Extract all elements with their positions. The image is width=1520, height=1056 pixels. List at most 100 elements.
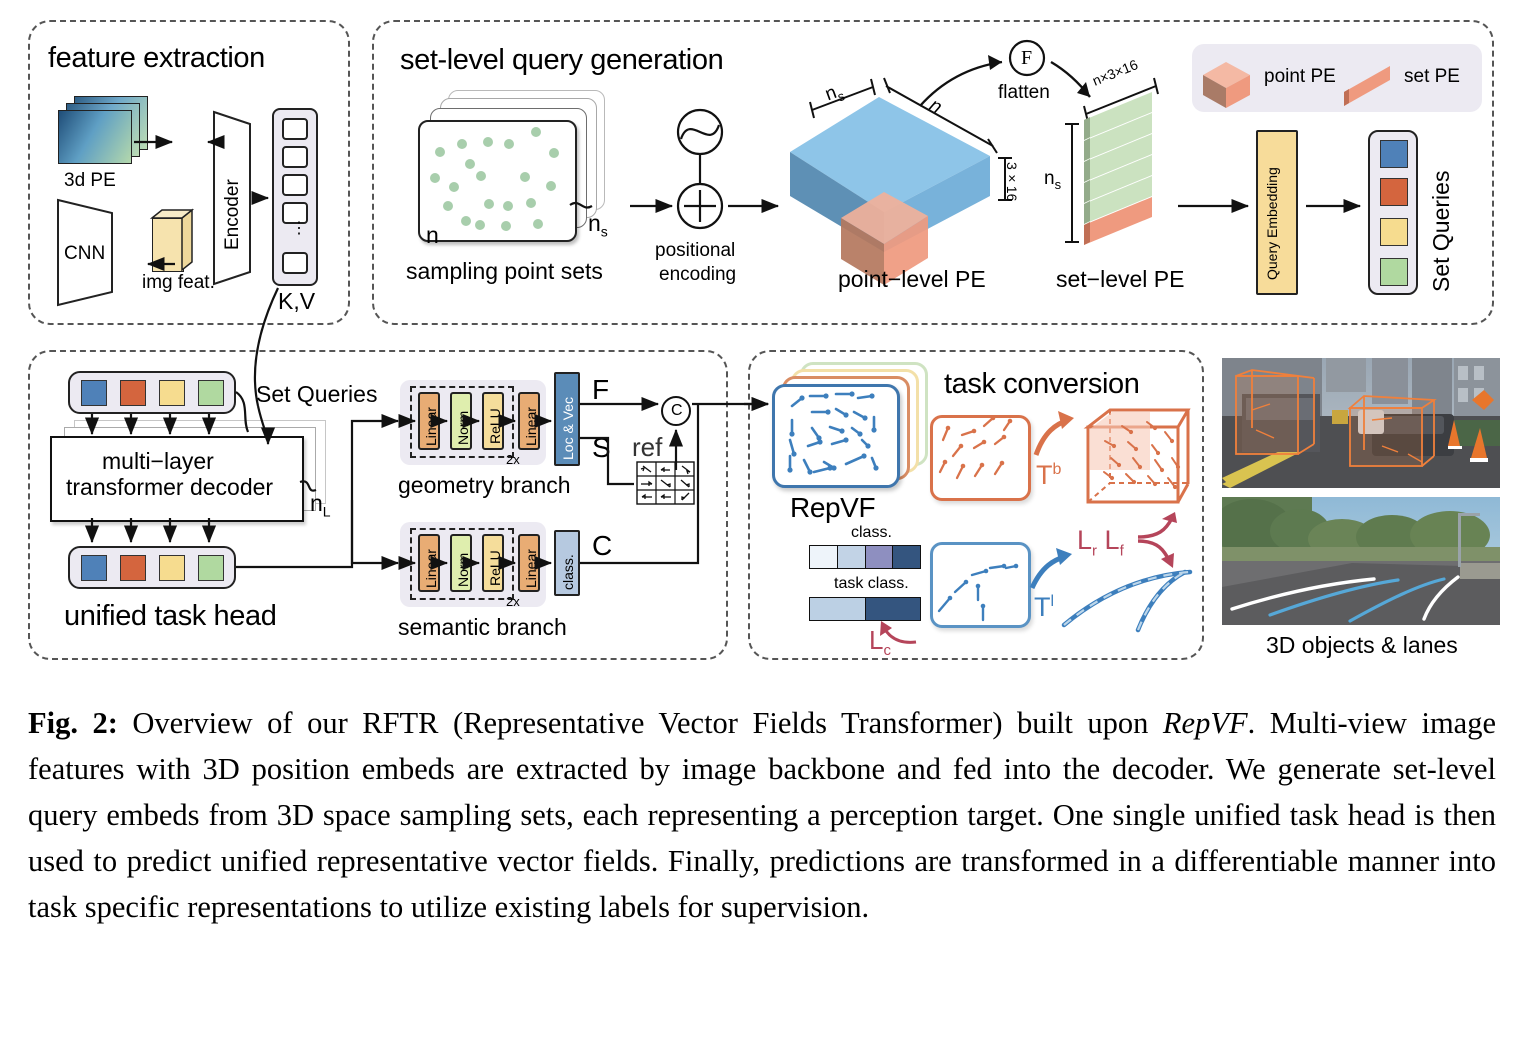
label-class-bar: class. [851,524,892,541]
label-flatten: flatten [998,82,1050,103]
label-S: S [592,432,611,463]
Lf-base: L [1104,525,1120,555]
blue-vector-field-card [930,542,1031,628]
label-set-queries-right: Set Queries [1428,170,1454,292]
Lc-base: L [869,625,884,655]
label-n-sampling: n [426,222,439,248]
Tb-sup: b [1052,461,1062,478]
label-cube-depth: 3×16 [1004,162,1020,202]
result-photo-3d-objects [1222,358,1500,488]
label-semantic-repeat: 2x [506,594,520,609]
label-semantic-norm: Norm [455,552,471,587]
ns-sub: s [600,223,608,240]
task-head-input-swatch-yellow [159,380,185,406]
task-head-output-swatch-blue [81,555,107,581]
label-positional: positional [655,240,736,261]
set-query-swatch-blue [1380,140,1408,168]
label-task-class-bar: task class. [834,575,909,592]
task-head-input-swatch-orange [120,380,146,406]
label-set-level-pe: set−level PE [1056,266,1185,292]
label-slab-ns: ns [1044,168,1061,192]
figure-caption: Fig. 2: Overview of our RFTR (Representa… [28,700,1496,930]
kv-token [282,174,308,196]
Tb-base: T [1036,460,1053,490]
label-Tb: Tb [1036,460,1061,491]
figure-diagram: feature extraction 3d PE CNN img feat. E… [0,0,1520,680]
class-bar-cell [837,546,866,568]
label-sampling-point-sets: sampling point sets [406,258,603,284]
label-repvf: RepVF [790,492,876,523]
label-loc-and-vec: Loc & Vec [560,396,576,460]
caption-figure-number: Fig. 2: [28,706,118,740]
class-bar-cell [810,546,838,568]
img-feature-slab [149,208,198,272]
task-head-input-swatch-blue [81,380,107,406]
label-semantic-linear-2: Linear [523,549,539,588]
Tl-sup: l [1050,593,1055,610]
class-bar [809,545,921,569]
pe-image-stack [58,96,148,166]
Lf-sub: f [1119,542,1124,560]
orange-vector-field-card [930,415,1031,501]
label-C: C [592,530,613,561]
caption-lead: Overview of our RFTR (Representative Vec… [117,706,1163,740]
panel-title-unified-task-head: unified task head [64,600,277,632]
Lr-sub: r [1092,542,1098,560]
label-set-queries-arrow: Set Queries [256,381,378,407]
label-img-feat: img feat. [142,272,215,293]
label-ns-sampling: ns [588,210,608,240]
label-semantic-relu: ReLU [487,550,503,586]
kv-token [282,252,308,274]
label-F: F [592,374,610,405]
label-Lc: Lc [869,625,891,659]
Lc-sub: c [883,642,891,660]
set-query-swatch-yellow [1380,218,1408,246]
ns-base: n [588,210,601,236]
label-flatten-icon: F [1021,47,1033,69]
label-class-block: class. [560,554,576,590]
panel-title-set-level-query-generation: set-level query generation [400,44,724,76]
label-semantic-branch: semantic branch [398,614,567,640]
label-kv: K,V [278,288,316,314]
panel-title-task-conversion: task conversion [944,368,1140,400]
label-Lr-Lf: Lr Lf [1077,525,1124,559]
label-3d-objects-and-lanes: 3D objects & lanes [1266,632,1458,658]
label-ref: ref [632,432,663,462]
task-class-bar [809,597,921,621]
label-cnn: CNN [64,243,106,264]
label-3d-pe: 3d PE [64,170,116,191]
label-concat: C [671,402,683,419]
nl-sub: L [322,503,331,520]
label-geometry-linear-2: Linear [523,407,539,446]
label-geometry-relu: ReLU [487,408,503,444]
class-bar-cell [865,546,894,568]
legend-label-set-pe: set PE [1404,66,1460,87]
label-geometry-branch: geometry branch [398,472,571,498]
set-query-swatch-orange [1380,178,1408,206]
panel-title-feature-extraction: feature extraction [48,42,265,74]
task-head-output-swatch-green [198,555,224,581]
kv-token [282,118,308,140]
label-point-level-pe: point−level PE [838,266,986,292]
label-query-embedding: Query Embedding [1264,167,1280,280]
Tl-base: T [1034,592,1051,622]
class-bar-cell [893,546,920,568]
task-head-input-swatch-green [198,380,224,406]
label-geometry-norm: Norm [455,410,471,445]
caption-emphasis: RepVF [1162,706,1248,740]
label-encoder: Encoder [222,179,243,250]
Lr-base: L [1077,525,1093,555]
legend-label-point-pe: point PE [1264,66,1336,87]
set-query-swatch-green [1380,258,1408,286]
label-decoder-line1: multi−layer [102,448,214,474]
result-photo-lanes [1222,497,1500,625]
label-semantic-linear-1: Linear [423,549,439,588]
label-geometry-linear-1: Linear [423,407,439,446]
nl-base: n [310,490,323,516]
label-geometry-repeat: 2x [506,452,520,467]
slab-ns-sub: s [1054,176,1062,192]
label-nl: nL [310,490,331,520]
label-Tl: Tl [1034,592,1054,623]
task-class-bar-cell [810,598,866,620]
slab-ns-base: n [1044,168,1055,189]
